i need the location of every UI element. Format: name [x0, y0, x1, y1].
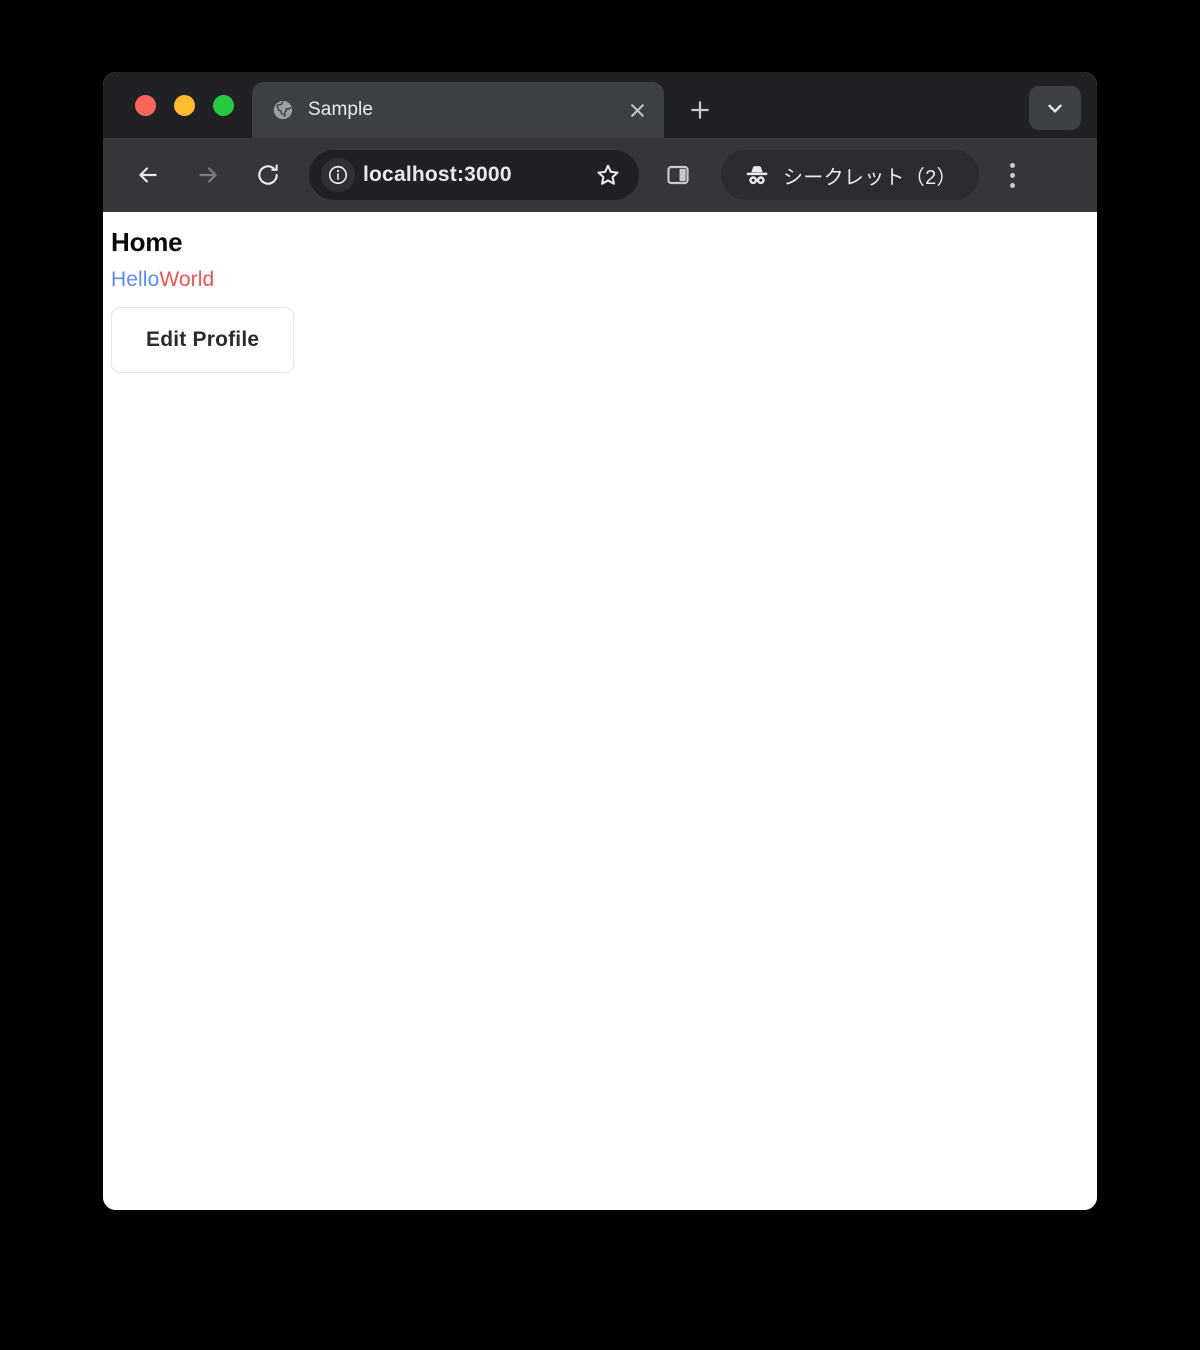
plus-icon: [691, 101, 709, 119]
side-panel-icon: [667, 165, 689, 185]
close-tab-button[interactable]: [622, 95, 652, 125]
browser-window: Sample localhost:3000 シークレット（2） Home Hel…: [103, 72, 1097, 1210]
menu-dot: [1010, 162, 1016, 168]
bookmark-button[interactable]: [591, 158, 625, 192]
tab-strip: Sample: [103, 72, 1097, 138]
reload-button[interactable]: [245, 152, 291, 198]
new-tab-button[interactable]: [678, 88, 722, 132]
arrow-left-icon: [139, 167, 157, 183]
tab-search-button[interactable]: [1029, 86, 1081, 130]
site-info-button[interactable]: [321, 158, 355, 192]
incognito-indicator[interactable]: シークレット（2）: [721, 150, 979, 200]
incognito-icon: [746, 166, 768, 185]
star-outline-icon: [597, 164, 619, 185]
info-circle-icon: [328, 165, 348, 185]
address-bar[interactable]: localhost:3000: [309, 150, 639, 200]
globe-icon: [273, 100, 293, 120]
page-viewport: Home HelloWorld Edit Profile: [103, 212, 1097, 1210]
window-controls: [103, 72, 252, 138]
incognito-label: シークレット（2）: [783, 166, 957, 189]
maximize-window-button[interactable]: [213, 94, 234, 116]
edit-profile-button[interactable]: Edit Profile: [111, 306, 295, 373]
chevron-down-icon: [1048, 104, 1062, 113]
side-panel-button[interactable]: [655, 152, 701, 198]
menu-dot: [1010, 182, 1016, 188]
minimize-window-button[interactable]: [174, 94, 195, 116]
greeting-hello: Hello: [111, 267, 160, 291]
browser-toolbar: localhost:3000 シークレット（2）: [103, 138, 1097, 212]
tab-title: Sample: [308, 99, 374, 120]
reload-icon: [258, 164, 278, 185]
greeting-text: HelloWorld: [111, 267, 1089, 293]
browser-menu-button[interactable]: [991, 152, 1035, 198]
close-window-button[interactable]: [135, 94, 156, 116]
greeting-world: World: [159, 267, 215, 291]
close-icon: [630, 103, 644, 117]
back-button[interactable]: [125, 152, 171, 198]
menu-dot: [1010, 172, 1016, 178]
forward-button[interactable]: [185, 152, 231, 198]
arrow-right-icon: [199, 167, 217, 183]
page-title: Home: [111, 227, 183, 257]
url-text[interactable]: localhost:3000: [363, 163, 591, 187]
browser-tab-sample[interactable]: Sample: [252, 82, 664, 138]
